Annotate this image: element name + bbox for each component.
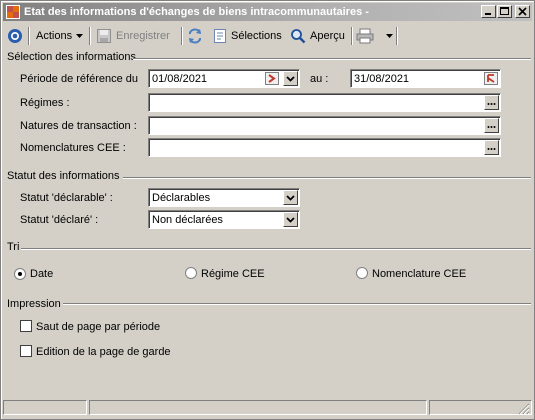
page-break-checkbox[interactable] [20,320,32,332]
chevron-down-icon [286,195,295,201]
ellipsis-icon [487,103,496,105]
selections-label: Sélections [231,30,282,42]
period-from-value: 01/08/2021 [152,73,208,85]
regimes-browse-button[interactable] [484,95,499,110]
nomenclatures-browse-button[interactable] [484,140,499,155]
sort-date-label[interactable]: Date [30,268,53,280]
status-panel [3,400,87,415]
period-label: Période de référence du [20,73,139,85]
preview-label: Aperçu [310,30,345,42]
sort-nomenclature-label[interactable]: Nomenclature CEE [372,268,466,280]
period-to-field[interactable]: 31/08/2021 [350,69,501,88]
print-section-divider [63,303,531,305]
actions-label: Actions [36,30,73,42]
sort-nomenclature-radio[interactable] [356,267,368,279]
natures-label: Natures de transaction : [20,120,137,132]
maximize-button[interactable] [497,5,512,18]
window: Etat des informations d'échanges de bien… [0,0,535,420]
print-menu-button[interactable] [356,26,393,46]
declared-dropdown-button[interactable] [283,212,298,227]
chevron-down-icon [286,76,295,82]
sort-section-title: Tri [7,241,20,253]
circle-arrow-icon [8,29,22,43]
status-bar [3,399,532,417]
natures-field[interactable] [148,116,501,135]
app-icon [6,5,20,19]
radio-selected-dot [18,272,22,276]
cover-page-label[interactable]: Edition de la page de garde [36,346,171,358]
calendar-arrow-icon[interactable] [265,72,279,85]
resize-grip-icon[interactable] [517,402,530,415]
status-panel [89,400,427,415]
minimize-icon [485,13,491,15]
declarable-label: Statut 'déclarable' : [20,192,113,204]
period-from-dropdown-button[interactable] [283,71,298,86]
nomenclatures-label: Nomenclatures CEE : [20,142,126,154]
refresh-icon [189,28,201,44]
sort-regime-radio[interactable] [185,267,197,279]
toolbar-separator [89,27,91,45]
close-button[interactable] [515,5,530,18]
period-from-field[interactable]: 01/08/2021 [148,69,300,88]
back-button[interactable] [7,26,23,46]
status-section-divider [123,177,531,179]
declared-label: Statut 'déclaré' : [20,214,99,226]
preview-button[interactable]: Aperçu [290,26,345,46]
declarable-select[interactable]: Déclarables [148,188,300,207]
window-title: Etat des informations d'échanges de bien… [24,6,369,18]
save-icon [97,29,111,43]
save-button[interactable]: Enregistrer [96,26,170,46]
nomenclatures-field[interactable] [148,138,501,157]
sort-regime-label[interactable]: Régime CEE [201,268,265,280]
refresh-button[interactable] [187,26,203,46]
magnifier-icon [291,29,306,44]
toolbar: Actions Enregistrer Sélections Aperçu [3,23,532,49]
calendar-reset-icon[interactable] [484,72,498,85]
sort-date-radio[interactable] [14,268,26,280]
title-bar: Etat des informations d'échanges de bien… [3,3,532,21]
page-break-label[interactable]: Saut de page par période [36,321,160,333]
selections-button[interactable]: Sélections [213,26,282,46]
natures-browse-button[interactable] [484,118,499,133]
caret-down-icon [76,34,84,38]
document-icon [214,29,226,43]
sort-section-divider [21,248,531,250]
cover-page-checkbox[interactable] [20,345,32,357]
period-to-value: 31/08/2021 [354,73,410,85]
close-icon [518,7,527,16]
print-section-title: Impression [7,298,61,310]
ellipsis-icon [487,148,496,150]
regimes-label: Régimes : [20,97,70,109]
declarable-value: Déclarables [152,192,211,204]
declared-value: Non déclarées [152,214,223,226]
printer-icon [356,28,374,44]
toolbar-separator [181,27,183,45]
declared-select[interactable]: Non déclarées [148,210,300,229]
regimes-field[interactable] [148,93,501,112]
minimize-button[interactable] [481,5,496,18]
actions-menu-button[interactable]: Actions [36,26,84,46]
maximize-icon [500,7,509,15]
toolbar-separator [28,27,30,45]
selection-section-divider [133,58,531,60]
save-label: Enregistrer [116,30,170,42]
period-to-label: au : [310,73,329,85]
toolbar-separator [396,27,398,45]
toolbar-separator [351,27,353,45]
declarable-dropdown-button[interactable] [283,190,298,205]
chevron-down-icon [286,217,295,223]
selection-section-title: Sélection des informations [7,51,137,63]
status-section-title: Statut des informations [7,170,120,182]
caret-down-icon [386,34,393,38]
ellipsis-icon [487,126,496,128]
